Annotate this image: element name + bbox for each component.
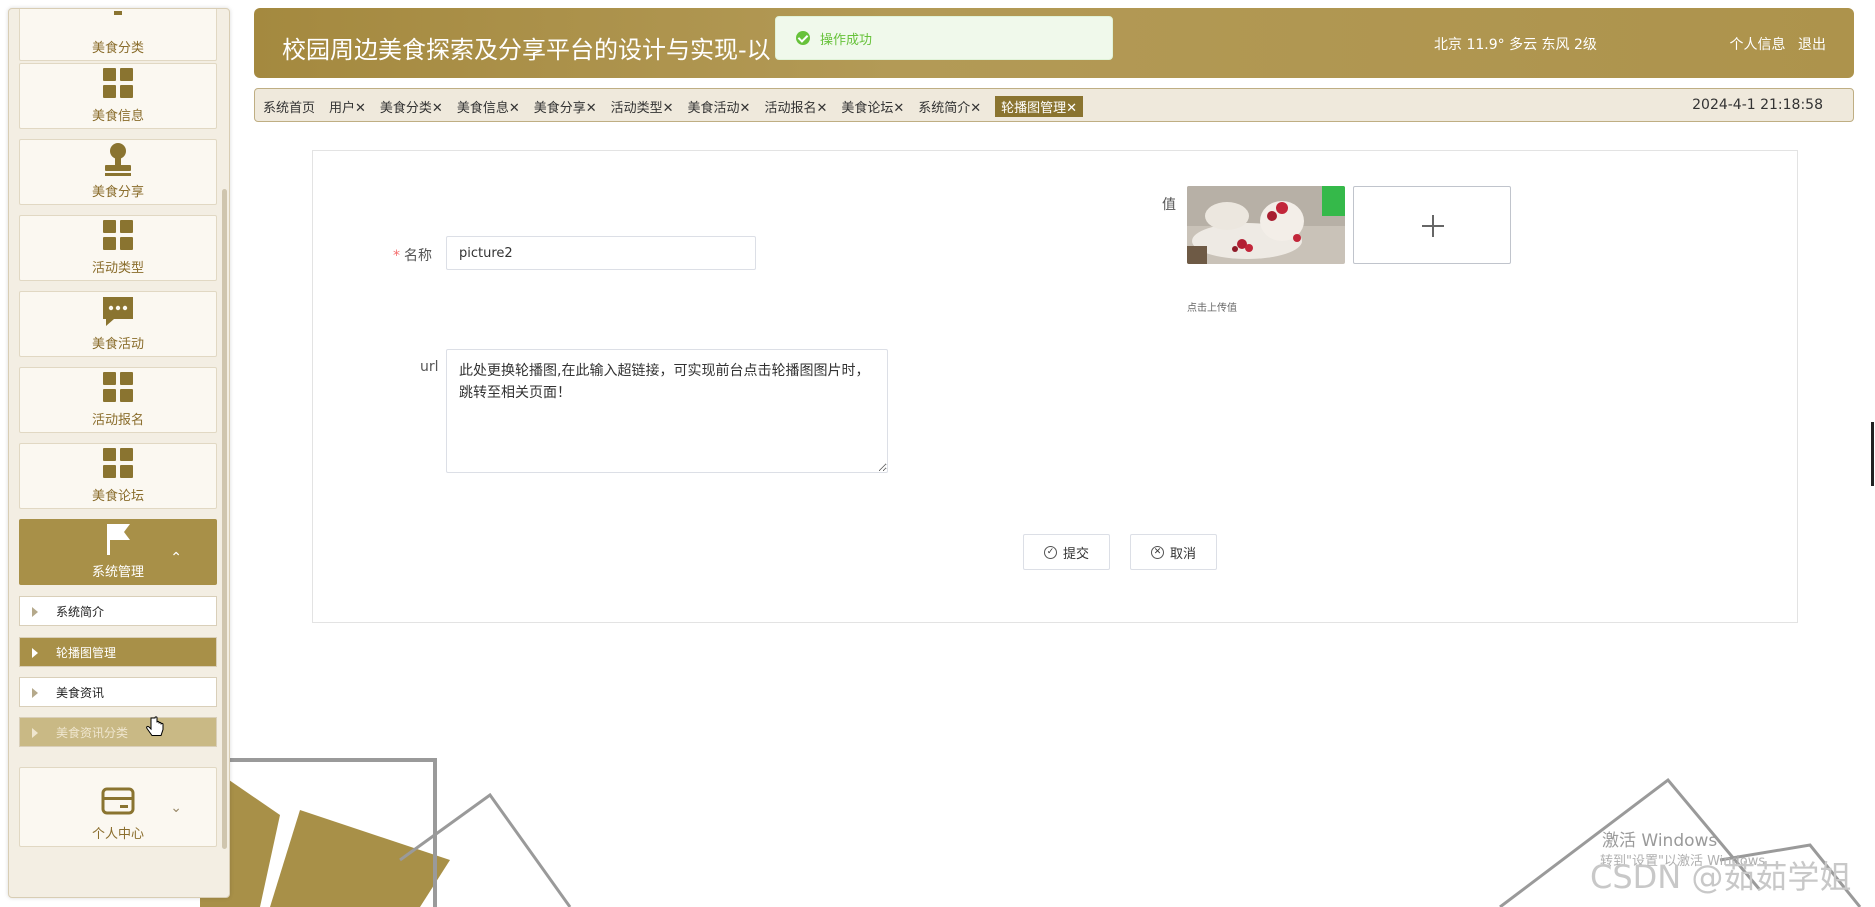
- sidebar-subitem-food-news-category[interactable]: 美食资讯分类: [19, 717, 217, 747]
- url-textarea[interactable]: 此处更换轮播图,在此输入超链接，可实现前台点击轮播图图片时，跳转至相关页面！: [446, 349, 888, 473]
- sidebar-subitem-food-news[interactable]: 美食资讯: [19, 677, 217, 707]
- tab-food-share[interactable]: 美食分享✕: [534, 97, 597, 117]
- stamp-icon: [105, 143, 131, 176]
- chevron-down-icon: ⌄: [170, 800, 182, 816]
- sidebar-subitem-label: 美食资讯: [56, 685, 105, 700]
- check-circle-outline-icon: ✓: [1044, 545, 1057, 559]
- caret-right-icon: [32, 648, 38, 658]
- tab-food-activity[interactable]: 美食活动✕: [688, 97, 751, 117]
- close-circle-icon: ✕: [1151, 545, 1164, 559]
- grid-icon: [103, 68, 133, 98]
- tab-carousel-management[interactable]: 轮播图管理✕: [995, 96, 1084, 117]
- uploaded-image-thumbnail[interactable]: [1187, 186, 1345, 264]
- grid-icon: [103, 372, 133, 402]
- sidebar-item-food-category[interactable]: 美食分类: [19, 9, 217, 61]
- profile-link[interactable]: 个人信息: [1730, 37, 1786, 53]
- chat-icon: [103, 297, 133, 326]
- logout-link[interactable]: 退出: [1798, 37, 1826, 53]
- card-icon: [101, 787, 135, 815]
- sidebar-item-food-forum[interactable]: 美食论坛: [19, 443, 217, 509]
- tab-activity-signup[interactable]: 活动报名✕: [764, 97, 827, 117]
- tab-food-info[interactable]: 美食信息✕: [457, 97, 520, 117]
- grid-icon: [103, 448, 133, 478]
- url-label: url: [420, 359, 439, 375]
- value-label: 值: [1162, 197, 1176, 213]
- sidebar-item-label: 美食活动: [91, 337, 144, 352]
- grid-icon: [103, 220, 133, 250]
- sidebar-item-system-management[interactable]: 系统管理 ⌃: [19, 519, 217, 585]
- sidebar-subitem-system-intro[interactable]: 系统简介: [19, 596, 217, 626]
- caret-right-icon: [32, 607, 38, 617]
- sidebar-item-personal-center[interactable]: 个人中心 ⌄: [19, 767, 217, 847]
- caret-right-icon: [32, 728, 38, 738]
- csdn-watermark: CSDN @茹茹学姐: [1590, 858, 1852, 896]
- name-label-text: 名称: [404, 248, 432, 264]
- tab-home[interactable]: 系统首页: [263, 97, 315, 117]
- sidebar: 美食分类 美食信息 美食分享 活动类型 美食活动 活动报名 美食论坛 系统管理 …: [8, 8, 230, 898]
- submit-label: 提交: [1063, 546, 1090, 562]
- image-upload-button[interactable]: [1353, 186, 1511, 264]
- tab-activity-type[interactable]: 活动类型✕: [611, 97, 674, 117]
- activate-windows-text: 激活 Windows: [1602, 831, 1718, 851]
- success-toast: 操作成功: [775, 16, 1113, 60]
- menu-icon: [114, 11, 122, 15]
- sidebar-subitem-carousel-management[interactable]: 轮播图管理: [19, 637, 217, 667]
- toast-message: 操作成功: [820, 32, 873, 48]
- sidebar-subitem-label: 系统简介: [56, 604, 105, 619]
- caret-right-icon: [32, 688, 38, 698]
- upload-hint: 点击上传值: [1187, 303, 1237, 314]
- sidebar-item-label: 美食分类: [91, 41, 144, 56]
- sidebar-scrollbar[interactable]: [222, 189, 227, 849]
- tab-list: 系统首页 用户✕ 美食分类✕ 美食信息✕ 美食分享✕ 活动类型✕ 美食活动✕ 活…: [263, 96, 1097, 117]
- sidebar-item-food-share[interactable]: 美食分享: [19, 139, 217, 205]
- datetime-display: 2024-4-1 21:18:58: [1692, 97, 1823, 113]
- header-links: 个人信息 退出: [1722, 34, 1826, 54]
- tab-users[interactable]: 用户✕: [329, 97, 366, 117]
- submit-button[interactable]: ✓ 提交: [1023, 534, 1111, 570]
- page-title: 校园周边美食探索及分享平台的设计与实现-以: [282, 36, 771, 64]
- sidebar-item-label: 活动类型: [91, 261, 144, 276]
- sidebar-item-label: 活动报名: [91, 413, 144, 428]
- name-input[interactable]: [446, 236, 756, 270]
- sidebar-subitem-label: 美食资讯分类: [56, 725, 129, 740]
- sidebar-item-food-info[interactable]: 美食信息: [19, 63, 217, 129]
- sidebar-item-activity-signup[interactable]: 活动报名: [19, 367, 217, 433]
- tab-bar: 系统首页 用户✕ 美食分类✕ 美食信息✕ 美食分享✕ 活动类型✕ 美食活动✕ 活…: [254, 88, 1854, 122]
- sidebar-item-activity-type[interactable]: 活动类型: [19, 215, 217, 281]
- carousel-edit-form: *名称 url 此处更换轮播图,在此输入超链接，可实现前台点击轮播图图片时，跳转…: [312, 150, 1798, 623]
- weather-info: 北京 11.9° 多云 东风 2级: [1434, 37, 1597, 53]
- hand-cursor-icon: [146, 716, 164, 736]
- tab-system-intro[interactable]: 系统简介✕: [918, 97, 981, 117]
- flag-icon: [107, 524, 130, 555]
- sidebar-item-label: 美食分享: [91, 185, 144, 200]
- check-circle-icon: [796, 31, 810, 45]
- window-edge-marker: [1871, 422, 1874, 486]
- required-mark: *: [393, 248, 400, 264]
- cancel-button[interactable]: ✕ 取消: [1130, 534, 1218, 570]
- sidebar-subitem-label: 轮播图管理: [56, 645, 117, 660]
- sidebar-item-label: 美食信息: [91, 109, 144, 124]
- sidebar-item-label: 美食论坛: [91, 489, 144, 504]
- chevron-up-icon: ⌃: [170, 550, 182, 566]
- cancel-label: 取消: [1170, 546, 1197, 562]
- sidebar-item-label: 个人中心: [91, 827, 144, 842]
- sidebar-item-label: 系统管理: [91, 565, 144, 580]
- name-label: * 名称: [393, 245, 432, 265]
- plus-icon-vertical: [1432, 215, 1434, 237]
- tab-food-category[interactable]: 美食分类✕: [380, 97, 443, 117]
- tab-food-forum[interactable]: 美食论坛✕: [841, 97, 904, 117]
- sidebar-item-food-activity[interactable]: 美食活动: [19, 291, 217, 357]
